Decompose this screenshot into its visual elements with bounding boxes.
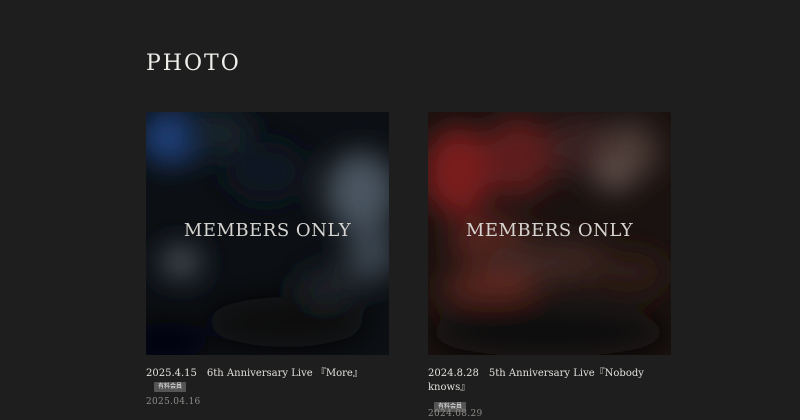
- album-title[interactable]: 6th Anniversary Live 『More』: [207, 368, 363, 379]
- publish-date: 2025.04.16: [146, 397, 201, 407]
- photo-album-card[interactable]: MEMBERS ONLY 2024.8.28 5th Anniversary Li…: [428, 112, 671, 419]
- event-date: 2024.8.28: [428, 368, 479, 379]
- members-only-label: MEMBERS ONLY: [183, 220, 352, 241]
- section-title: PHOTO: [146, 51, 241, 76]
- event-date: 2025.4.15: [146, 368, 197, 379]
- album-meta: 2025.4.15 6th Anniversary Live 『More』有料会員: [146, 367, 389, 395]
- album-thumbnail-locked[interactable]: MEMBERS ONLY: [428, 112, 671, 355]
- album-thumbnail-locked[interactable]: MEMBERS ONLY: [146, 112, 389, 355]
- members-only-label: MEMBERS ONLY: [465, 220, 634, 241]
- photo-album-card[interactable]: MEMBERS ONLY 2025.4.15 6th Anniversary Li…: [146, 112, 389, 407]
- badge-row: 有料会員: [428, 395, 671, 412]
- publish-date: 2024.08.29: [428, 409, 483, 419]
- album-meta: 2024.8.28 5th Anniversary Live『Nobody kno…: [428, 367, 671, 395]
- photo-page: PHOTO MEMBERS ONLY 2025.4.15 6th Anniver…: [0, 0, 800, 420]
- paid-member-badge: 有料会員: [154, 382, 187, 392]
